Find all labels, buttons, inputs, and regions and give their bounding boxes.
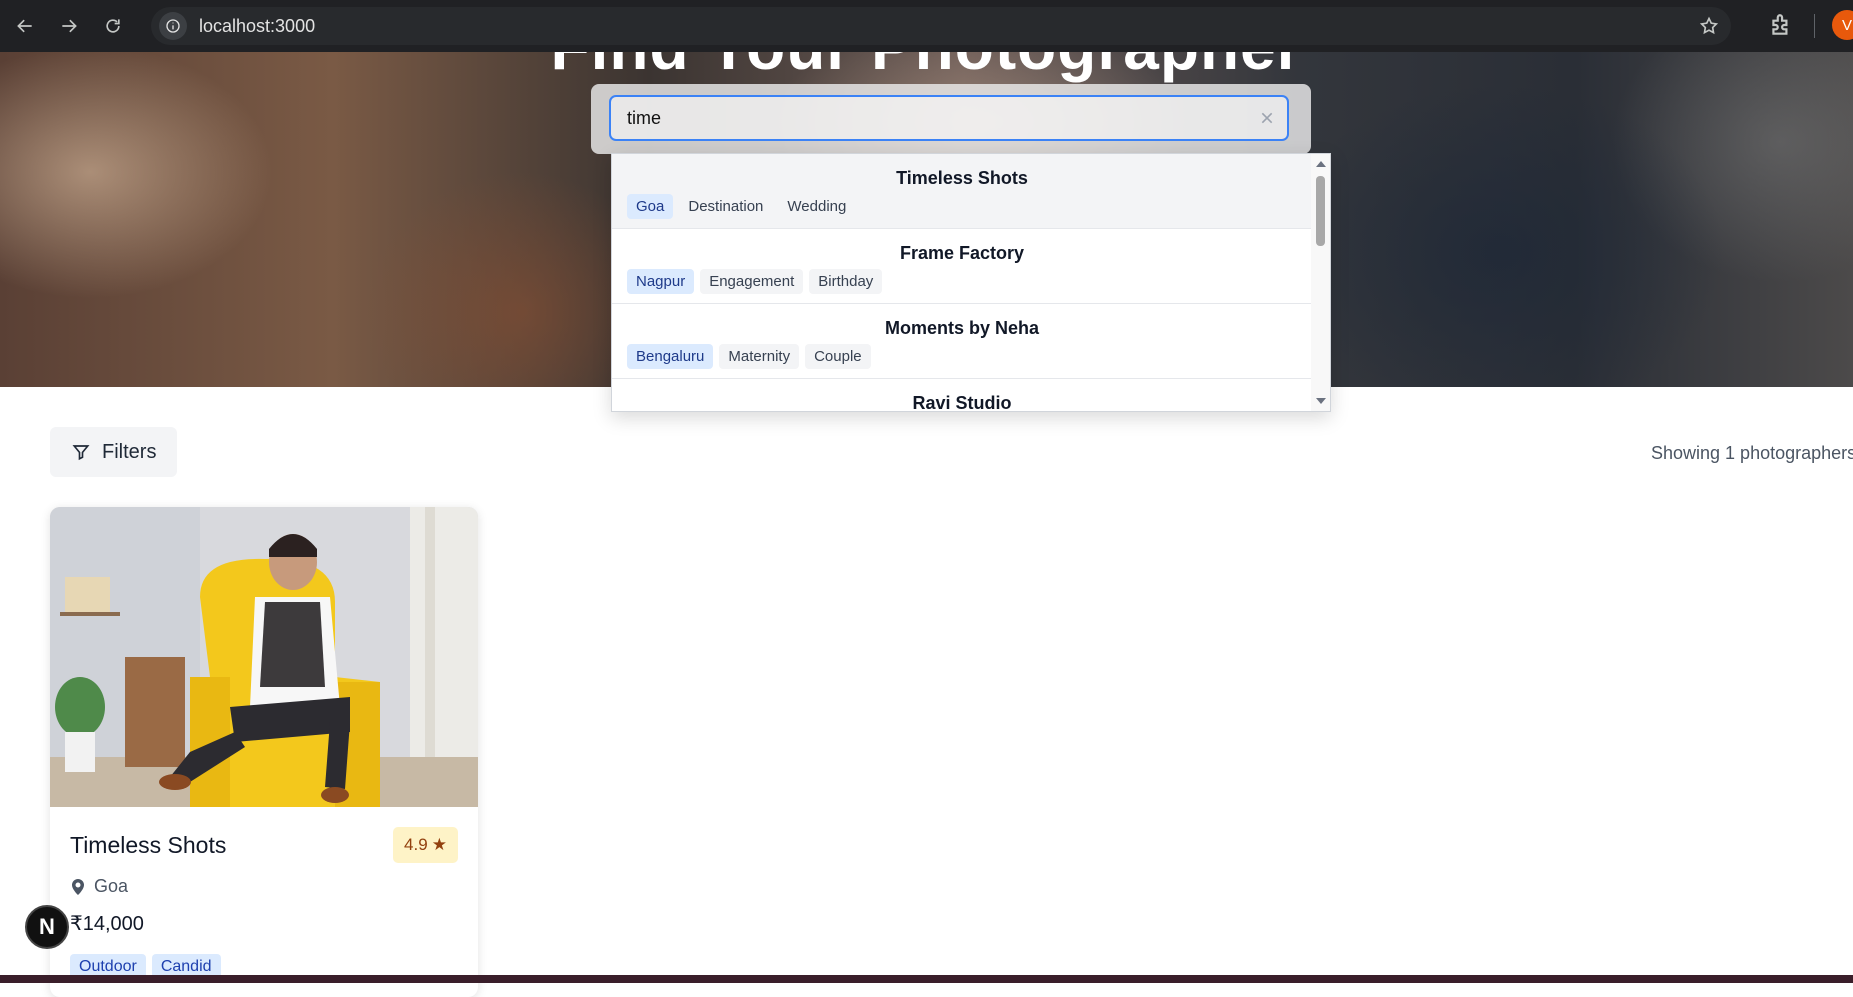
location-tag: Bengaluru [627, 344, 714, 369]
bookmark-star-icon[interactable] [1699, 16, 1719, 36]
star-icon: ★ [431, 835, 447, 854]
category-tag: Maternity [719, 344, 800, 369]
os-taskbar [0, 975, 1853, 983]
search-input[interactable] [625, 106, 1229, 130]
scroll-down-arrow-icon[interactable] [1316, 398, 1326, 404]
filters-button[interactable]: Filters [50, 427, 177, 477]
map-pin-icon [72, 878, 84, 895]
dropdown-scrollbar[interactable] [1311, 154, 1330, 411]
nextjs-dev-badge[interactable]: N [25, 905, 69, 949]
site-info-icon[interactable] [159, 12, 187, 40]
photographer-portrait-image [50, 507, 478, 807]
location-text: Goa [94, 876, 129, 896]
suggestion-item[interactable]: Frame Factory Nagpur Engagement Birthday [612, 229, 1312, 304]
suggestion-name: Moments by Neha [884, 318, 1040, 338]
profile-avatar[interactable]: V [1832, 10, 1853, 40]
photographer-location: Goa [72, 876, 128, 897]
category-tag: Birthday [809, 269, 883, 294]
scroll-up-arrow-icon[interactable] [1316, 161, 1326, 167]
search-suggestions-dropdown[interactable]: Timeless Shots Goa Destination Wedding F… [611, 153, 1331, 412]
photographer-card[interactable]: Timeless Shots 4.9 ★ Goa ₹14,000 Outdoor… [50, 507, 478, 997]
suggestion-item[interactable]: Timeless Shots Goa Destination Wedding [612, 154, 1312, 229]
close-icon[interactable] [1259, 110, 1275, 126]
location-tag: Goa [627, 194, 674, 219]
search-box[interactable] [609, 95, 1289, 141]
suggestion-name: Ravi Studio [912, 393, 1012, 412]
suggestion-item[interactable]: Moments by Neha Bengaluru Maternity Coup… [612, 304, 1312, 379]
filters-label: Filters [102, 440, 157, 463]
browser-toolbar: localhost:3000 V [0, 0, 1853, 52]
category-tag: Engagement [700, 269, 804, 294]
suggestion-name: Frame Factory [899, 243, 1025, 263]
toolbar-divider [1814, 14, 1815, 38]
suggestion-item[interactable]: Ravi Studio [612, 379, 1312, 412]
back-arrow-icon[interactable] [6, 7, 44, 45]
result-count: Showing 1 photographers [1651, 443, 1853, 463]
scrollbar-thumb[interactable] [1316, 176, 1325, 246]
url-text: localhost:3000 [199, 15, 316, 36]
search-panel [591, 84, 1311, 154]
category-tag: Destination [679, 194, 773, 219]
rating-badge: 4.9 ★ [393, 827, 458, 863]
forward-arrow-icon[interactable] [50, 7, 88, 45]
extensions-puzzle-icon[interactable] [1768, 12, 1794, 38]
rating-value: 4.9 [404, 835, 428, 854]
suggestion-name: Timeless Shots [896, 168, 1028, 188]
price: ₹14,000 [70, 913, 144, 935]
category-tag: Couple [805, 344, 871, 369]
reload-icon[interactable] [94, 7, 132, 45]
photographer-name: Timeless Shots [70, 832, 227, 858]
filter-funnel-icon [72, 445, 90, 461]
location-tag: Nagpur [627, 269, 695, 294]
hero-title: Find Your Photographer [0, 52, 1853, 84]
address-bar[interactable]: localhost:3000 [151, 7, 1731, 45]
category-tag: Wedding [778, 194, 856, 219]
